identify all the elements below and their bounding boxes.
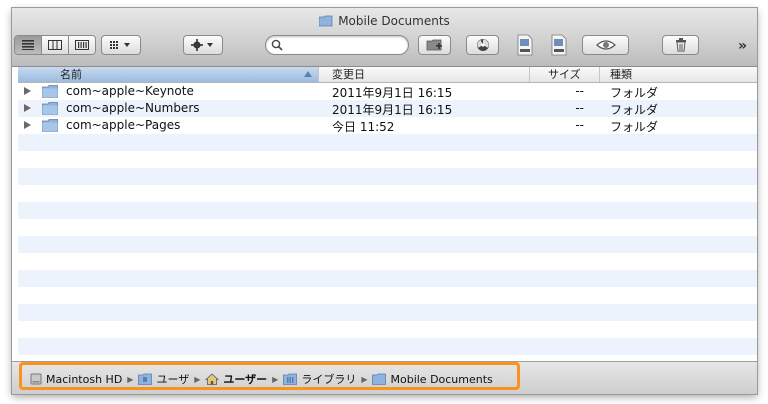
search-field[interactable] bbox=[265, 35, 409, 55]
file-kind: フォルダ bbox=[610, 86, 659, 100]
path-bar: Macintosh HD ▶ ユーザ ▶ ユーザー ▶ ライブラリ ▶ Mobi… bbox=[12, 361, 757, 394]
jpeg-file-icon bbox=[517, 34, 533, 56]
gear-icon bbox=[191, 39, 213, 51]
list-view-icon bbox=[22, 40, 34, 50]
file-size: -- bbox=[575, 101, 584, 115]
trash-icon bbox=[675, 38, 686, 52]
table-row[interactable]: com~apple~Keynote 2011年9月1日 16:15 -- フォル… bbox=[18, 83, 757, 100]
folder-icon bbox=[42, 85, 58, 98]
file-kind: フォルダ bbox=[610, 120, 659, 134]
new-folder-icon bbox=[426, 39, 442, 51]
path-separator-icon: ▶ bbox=[127, 374, 134, 384]
folder-icon bbox=[42, 119, 58, 132]
file-date: 2011年9月1日 16:15 bbox=[332, 103, 453, 117]
coverflow-view-icon bbox=[75, 40, 89, 50]
path-item-home[interactable]: ユーザー bbox=[205, 371, 267, 387]
column-header-size[interactable]: サイズ bbox=[530, 67, 600, 82]
view-switcher[interactable] bbox=[14, 35, 96, 55]
library-folder-icon bbox=[283, 373, 298, 385]
folder-icon bbox=[372, 373, 387, 385]
burn-button[interactable] bbox=[466, 35, 499, 55]
hard-drive-icon bbox=[30, 373, 42, 384]
folder-icon bbox=[42, 102, 58, 115]
arrange-grid-icon bbox=[110, 41, 130, 49]
path-separator-icon: ▶ bbox=[272, 374, 279, 384]
trash-button[interactable] bbox=[662, 35, 699, 55]
folder-icon bbox=[319, 15, 333, 27]
column-header-name[interactable]: 名前 bbox=[18, 67, 319, 82]
path-item-users[interactable]: ユーザ bbox=[138, 371, 189, 387]
file-name: com~apple~Pages bbox=[66, 118, 181, 132]
disclosure-triangle-icon[interactable] bbox=[24, 104, 31, 112]
file-size: -- bbox=[575, 84, 584, 98]
path-item-library[interactable]: ライブラリ bbox=[283, 371, 356, 387]
list-view-button[interactable] bbox=[15, 36, 42, 54]
eye-icon bbox=[595, 40, 616, 50]
disclosure-triangle-icon[interactable] bbox=[24, 87, 31, 95]
table-row[interactable]: com~apple~Numbers 2011年9月1日 16:15 -- フォル… bbox=[18, 100, 757, 117]
column-header: 名前 変更日 サイズ 種類 bbox=[18, 67, 757, 83]
path-item-mobile-documents[interactable]: Mobile Documents bbox=[372, 373, 493, 386]
column-header-kind[interactable]: 種類 bbox=[600, 67, 757, 82]
path-separator-icon: ▶ bbox=[361, 374, 368, 384]
column-view-icon bbox=[48, 40, 62, 50]
breadcrumb: Macintosh HD ▶ ユーザ ▶ ユーザー ▶ ライブラリ ▶ Mobi… bbox=[30, 371, 493, 387]
file-kind: フォルダ bbox=[610, 103, 659, 117]
quick-look-button[interactable] bbox=[582, 35, 629, 55]
file-date: 2011年9月1日 16:15 bbox=[332, 86, 453, 100]
sort-ascending-icon bbox=[304, 71, 312, 77]
column-header-date[interactable]: 変更日 bbox=[319, 67, 530, 82]
column-view-button[interactable] bbox=[42, 36, 69, 54]
file-list: com~apple~Keynote 2011年9月1日 16:15 -- フォル… bbox=[18, 83, 757, 361]
file-name: com~apple~Numbers bbox=[66, 101, 200, 115]
file-date: 今日 11:52 bbox=[332, 120, 395, 134]
users-folder-icon bbox=[138, 373, 153, 385]
search-input[interactable] bbox=[286, 37, 405, 55]
new-folder-button[interactable] bbox=[418, 35, 451, 55]
toolbar-overflow-button[interactable]: » bbox=[738, 38, 747, 54]
disclosure-triangle-icon[interactable] bbox=[24, 121, 31, 129]
finder-window: Mobile Documents » 名前 変更日 サイズ 種類 com~app… bbox=[12, 8, 757, 394]
toolbar: Mobile Documents » bbox=[12, 8, 757, 67]
jpeg-file-icon bbox=[551, 34, 567, 56]
home-icon bbox=[205, 373, 220, 385]
table-row[interactable]: com~apple~Pages 今日 11:52 -- フォルダ bbox=[18, 117, 757, 134]
file-name: com~apple~Keynote bbox=[66, 84, 194, 98]
window-title: Mobile Documents bbox=[12, 14, 757, 28]
path-separator-icon: ▶ bbox=[194, 374, 201, 384]
action-button[interactable] bbox=[183, 35, 223, 55]
path-item-macintosh-hd[interactable]: Macintosh HD bbox=[30, 373, 122, 386]
burn-disc-icon bbox=[476, 39, 489, 51]
arrange-button[interactable] bbox=[101, 35, 141, 55]
coverflow-view-button[interactable] bbox=[69, 36, 95, 54]
search-icon bbox=[271, 39, 283, 51]
file-size: -- bbox=[575, 118, 584, 132]
